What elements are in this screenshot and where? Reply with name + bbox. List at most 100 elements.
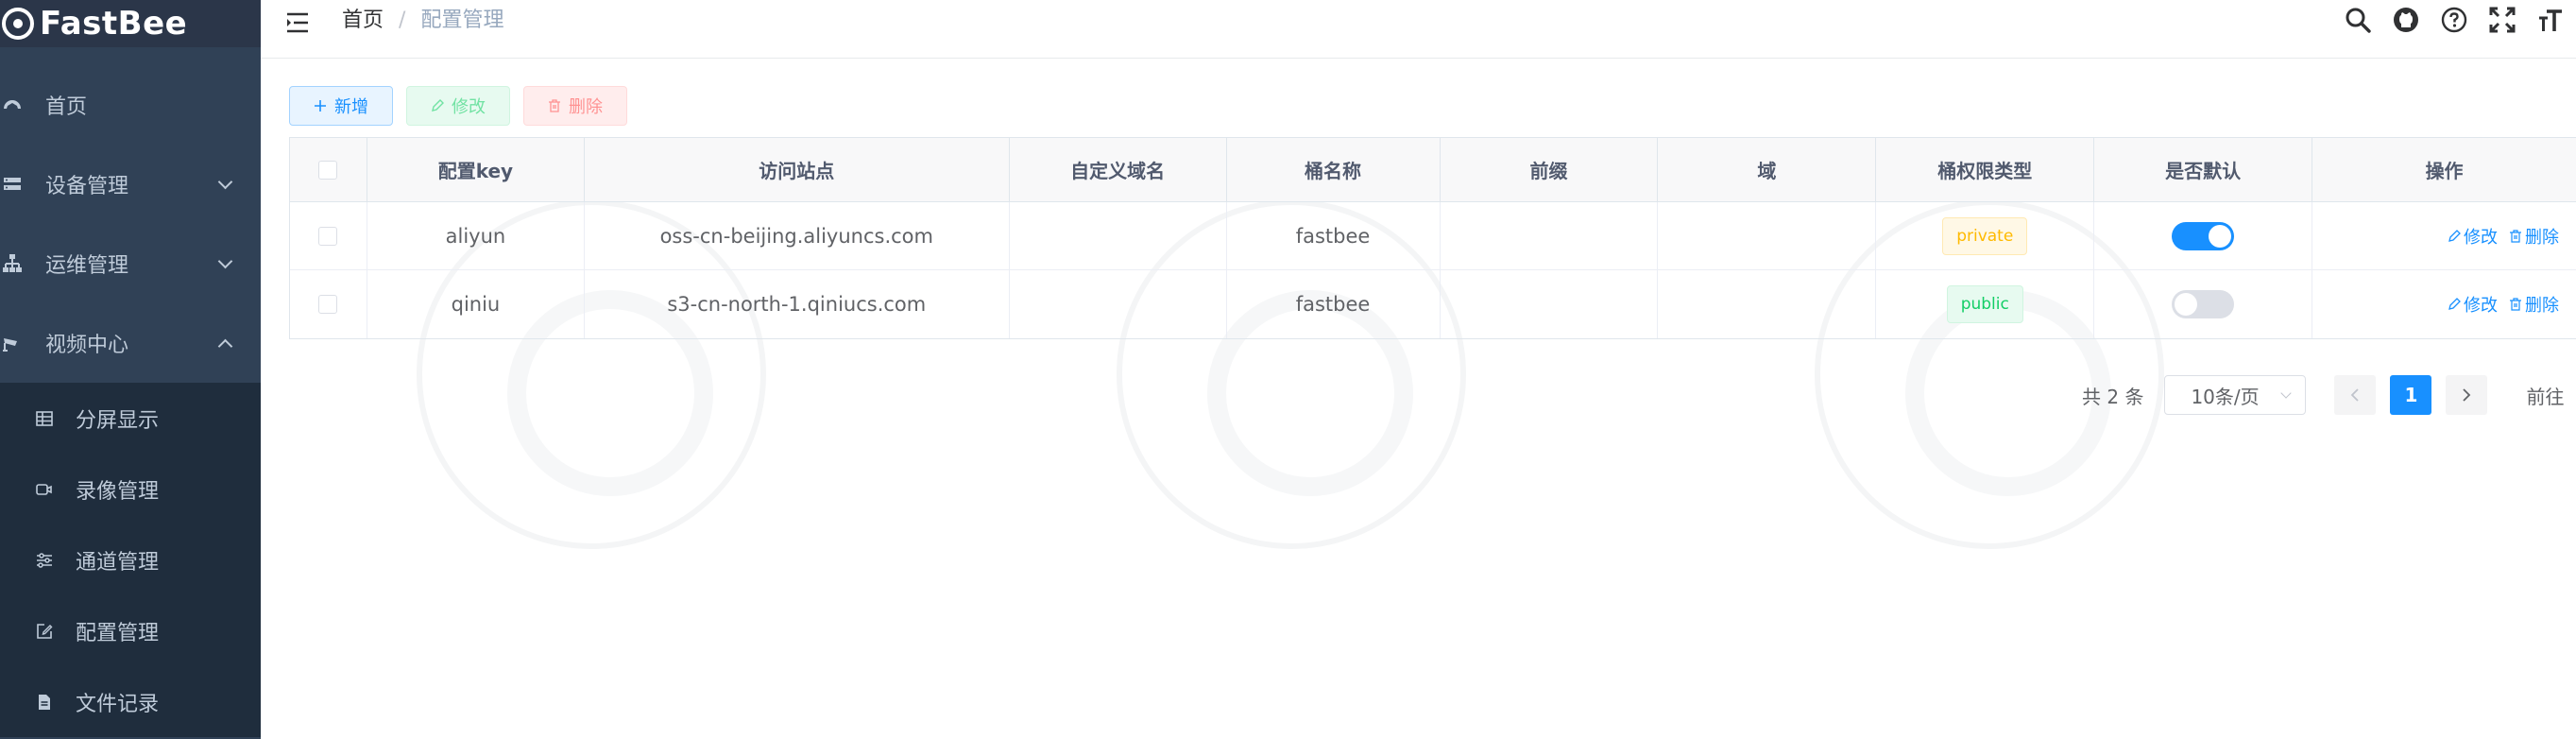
logo[interactable]: FastBee bbox=[0, 0, 261, 47]
endpoint: oss-cn-beijing.aliyuncs.com bbox=[585, 202, 1010, 269]
sidebar-item-label: 设备管理 bbox=[45, 175, 129, 198]
config-key: qiniu bbox=[367, 270, 585, 338]
sidebar-item-label: 配置管理 bbox=[76, 621, 160, 645]
sidebar-item-config[interactable]: 配置管理 bbox=[0, 595, 261, 666]
row-edit-label: 修改 bbox=[2464, 227, 2499, 248]
region bbox=[1658, 202, 1877, 269]
prev-page-button[interactable] bbox=[2334, 375, 2377, 415]
edit-icon bbox=[2448, 229, 2461, 243]
column-header: 域 bbox=[1658, 138, 1877, 201]
font-size-icon[interactable] bbox=[2536, 6, 2565, 34]
file-icon bbox=[34, 692, 55, 713]
app-name: FastBee bbox=[40, 5, 188, 43]
custom-domain bbox=[1010, 270, 1227, 338]
breadcrumb-home[interactable]: 首页 bbox=[342, 8, 384, 34]
navbar-actions bbox=[2324, 6, 2565, 34]
access-type-tag: public bbox=[1946, 285, 2023, 323]
delete-button-label: 删除 bbox=[569, 97, 603, 117]
sidebar-item-recording[interactable]: 录像管理 bbox=[0, 454, 261, 524]
sliders-icon bbox=[34, 550, 55, 571]
sidebar-item-label: 文件记录 bbox=[76, 692, 160, 716]
default-cell bbox=[2094, 202, 2313, 269]
sidebar-item-ops[interactable]: 运维管理 bbox=[0, 224, 261, 303]
row-edit-label: 修改 bbox=[2464, 296, 2499, 316]
config-table: 配置key 访问站点 自定义域名 桶名称 前缀 域 桶权限类型 是否默认 操作 … bbox=[289, 137, 2576, 339]
help-icon[interactable] bbox=[2440, 6, 2468, 34]
column-header: 配置key bbox=[367, 138, 585, 201]
default-switch[interactable] bbox=[2172, 290, 2235, 318]
config-key: aliyun bbox=[367, 202, 585, 269]
table-header: 配置key 访问站点 自定义域名 桶名称 前缀 域 桶权限类型 是否默认 操作 bbox=[290, 138, 2576, 202]
access-type-tag: private bbox=[1942, 216, 2028, 255]
bucket-name: fastbee bbox=[1227, 202, 1441, 269]
search-icon[interactable] bbox=[2344, 6, 2372, 34]
column-header: 前缀 bbox=[1441, 138, 1659, 201]
column-header: 访问站点 bbox=[585, 138, 1010, 201]
row-delete-link[interactable]: 删除 bbox=[2509, 292, 2559, 317]
breadcrumb-separator: / bbox=[399, 9, 406, 32]
column-header: 桶权限类型 bbox=[1876, 138, 2095, 201]
column-header: 是否默认 bbox=[2094, 138, 2313, 201]
row-edit-link[interactable]: 修改 bbox=[2448, 224, 2498, 249]
sidebar-item-video[interactable]: 视频中心 bbox=[0, 303, 261, 383]
sidebar-item-label: 运维管理 bbox=[45, 254, 129, 278]
endpoint: s3-cn-north-1.qiniucs.com bbox=[585, 270, 1010, 338]
sidebar-item-label: 首页 bbox=[45, 95, 88, 119]
chevron-down-icon bbox=[217, 174, 233, 190]
row-delete-label: 删除 bbox=[2525, 296, 2560, 316]
page-number-current[interactable]: 1 bbox=[2390, 375, 2432, 415]
fullscreen-icon[interactable] bbox=[2488, 6, 2516, 34]
delete-icon bbox=[548, 99, 561, 112]
hamburger-icon[interactable] bbox=[285, 11, 310, 34]
add-button[interactable]: 新增 bbox=[289, 86, 393, 126]
sidebar-item-split-screen[interactable]: 分屏显示 bbox=[0, 383, 261, 454]
row-checkbox[interactable] bbox=[318, 295, 338, 314]
table-row: aliyun oss-cn-beijing.aliyuncs.com fastb… bbox=[290, 202, 2576, 270]
column-header: 自定义域名 bbox=[1010, 138, 1227, 201]
edit-icon bbox=[2448, 298, 2461, 311]
bucket-name: fastbee bbox=[1227, 270, 1441, 338]
github-icon[interactable] bbox=[2392, 6, 2420, 34]
edit-button-label: 修改 bbox=[452, 97, 486, 117]
delete-button[interactable]: 删除 bbox=[523, 86, 627, 126]
next-page-button[interactable] bbox=[2446, 375, 2488, 415]
pagination-total: 共 2 条 bbox=[2082, 385, 2144, 408]
row-delete-link[interactable]: 删除 bbox=[2509, 224, 2559, 249]
sidebar-item-device[interactable]: 设备管理 bbox=[0, 145, 261, 224]
sidebar-item-home[interactable]: 首页 bbox=[0, 65, 261, 145]
pagination-goto: 前往 bbox=[2526, 385, 2565, 408]
default-cell bbox=[2094, 270, 2313, 338]
chevron-right-icon bbox=[2463, 388, 2471, 402]
breadcrumb-current: 配置管理 bbox=[420, 9, 504, 32]
prefix bbox=[1441, 270, 1659, 338]
sidebar-item-channel[interactable]: 通道管理 bbox=[0, 524, 261, 595]
operations-cell: 修改 删除 bbox=[2312, 202, 2576, 269]
table-row: qiniu s3-cn-north-1.qiniucs.com fastbee … bbox=[290, 270, 2576, 338]
select-all-checkbox[interactable] bbox=[318, 160, 338, 180]
sidebar-item-file-record[interactable]: 文件记录 bbox=[0, 666, 261, 737]
column-header: 操作 bbox=[2425, 160, 2464, 182]
tree-icon bbox=[2, 253, 23, 274]
fastbee-logo-icon bbox=[2, 8, 34, 40]
access-type-cell: private bbox=[1876, 202, 2095, 269]
main-content: 新增 修改 删除 配置key 访问站点 自定义域名 桶名称 前缀 域 桶权限类型… bbox=[261, 60, 2576, 739]
row-checkbox[interactable] bbox=[318, 226, 338, 246]
sidebar-item-label: 分屏显示 bbox=[76, 408, 160, 433]
navbar: 首页 / 配置管理 bbox=[261, 0, 2576, 59]
sidebar-item-label: 录像管理 bbox=[76, 479, 160, 504]
edit-button[interactable]: 修改 bbox=[406, 86, 510, 126]
edit-icon bbox=[431, 99, 444, 112]
row-delete-label: 删除 bbox=[2525, 227, 2560, 248]
prefix bbox=[1441, 202, 1659, 269]
dashboard-icon bbox=[2, 95, 23, 115]
delete-icon bbox=[2509, 229, 2522, 243]
select-all-cell bbox=[290, 138, 367, 201]
operations-cell: 修改 删除 bbox=[2312, 270, 2576, 338]
region bbox=[1658, 270, 1877, 338]
page-size-value: 10条/页 bbox=[2191, 385, 2260, 408]
row-edit-link[interactable]: 修改 bbox=[2448, 292, 2498, 317]
row-select-cell bbox=[290, 270, 367, 338]
default-switch[interactable] bbox=[2172, 221, 2235, 250]
device-icon bbox=[2, 174, 23, 195]
page-size-select[interactable]: 10条/页 bbox=[2164, 375, 2307, 415]
